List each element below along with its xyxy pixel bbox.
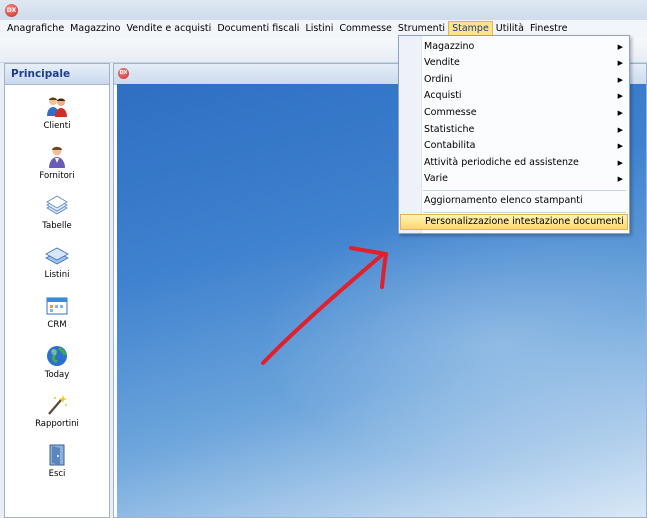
- stampe-label-personalizzazione-intestazione: Personalizzazione intestazione documenti: [425, 216, 624, 227]
- submenu-arrow-icon: ▶: [617, 43, 623, 51]
- stampe-item-personalizzazione-intestazione[interactable]: Personalizzazione intestazione documenti: [400, 214, 628, 230]
- stampe-label-aggiornamento-stampanti: Aggiornamento elenco stampanti: [424, 195, 583, 206]
- stampe-item-statistiche[interactable]: Statistiche ▶: [400, 122, 628, 138]
- stampe-item-attivita-periodiche[interactable]: Attività periodiche ed assistenze ▶: [400, 155, 628, 171]
- stampe-label-statistiche: Statistiche: [424, 124, 475, 135]
- stampe-label-varie: Varie: [424, 173, 448, 184]
- stampe-item-magazzino[interactable]: Magazzino ▶: [400, 39, 628, 55]
- stampe-label-attivita-periodiche: Attività periodiche ed assistenze: [424, 157, 579, 168]
- submenu-arrow-icon: ▶: [617, 109, 623, 117]
- stampe-label-ordini: Ordini: [424, 74, 453, 85]
- menu-separator: [423, 212, 626, 213]
- stampe-label-commesse: Commesse: [424, 107, 477, 118]
- stampe-item-varie[interactable]: Varie ▶: [400, 171, 628, 187]
- submenu-arrow-icon: ▶: [617, 159, 623, 167]
- stampe-item-ordini[interactable]: Ordini ▶: [400, 72, 628, 88]
- submenu-arrow-icon: ▶: [617, 142, 623, 150]
- submenu-arrow-icon: ▶: [617, 92, 623, 100]
- stampe-label-magazzino: Magazzino: [424, 41, 475, 52]
- stampe-item-aggiornamento-stampanti[interactable]: Aggiornamento elenco stampanti: [400, 193, 628, 209]
- submenu-arrow-icon: ▶: [617, 126, 623, 134]
- stampe-dropdown-menu: Magazzino ▶ Vendite ▶ Ordini ▶ Acquisti …: [398, 35, 630, 234]
- submenu-arrow-icon: ▶: [617, 76, 623, 84]
- submenu-arrow-icon: ▶: [617, 175, 623, 183]
- stampe-item-contabilita[interactable]: Contabilita ▶: [400, 138, 628, 154]
- stampe-item-vendite[interactable]: Vendite ▶: [400, 55, 628, 71]
- stampe-item-commesse[interactable]: Commesse ▶: [400, 105, 628, 121]
- stampe-label-vendite: Vendite: [424, 57, 460, 68]
- stampe-label-acquisti: Acquisti: [424, 90, 462, 101]
- stampe-label-contabilita: Contabilita: [424, 140, 476, 151]
- stampe-item-acquisti[interactable]: Acquisti ▶: [400, 88, 628, 104]
- menu-separator: [423, 190, 626, 191]
- submenu-arrow-icon: ▶: [617, 59, 623, 67]
